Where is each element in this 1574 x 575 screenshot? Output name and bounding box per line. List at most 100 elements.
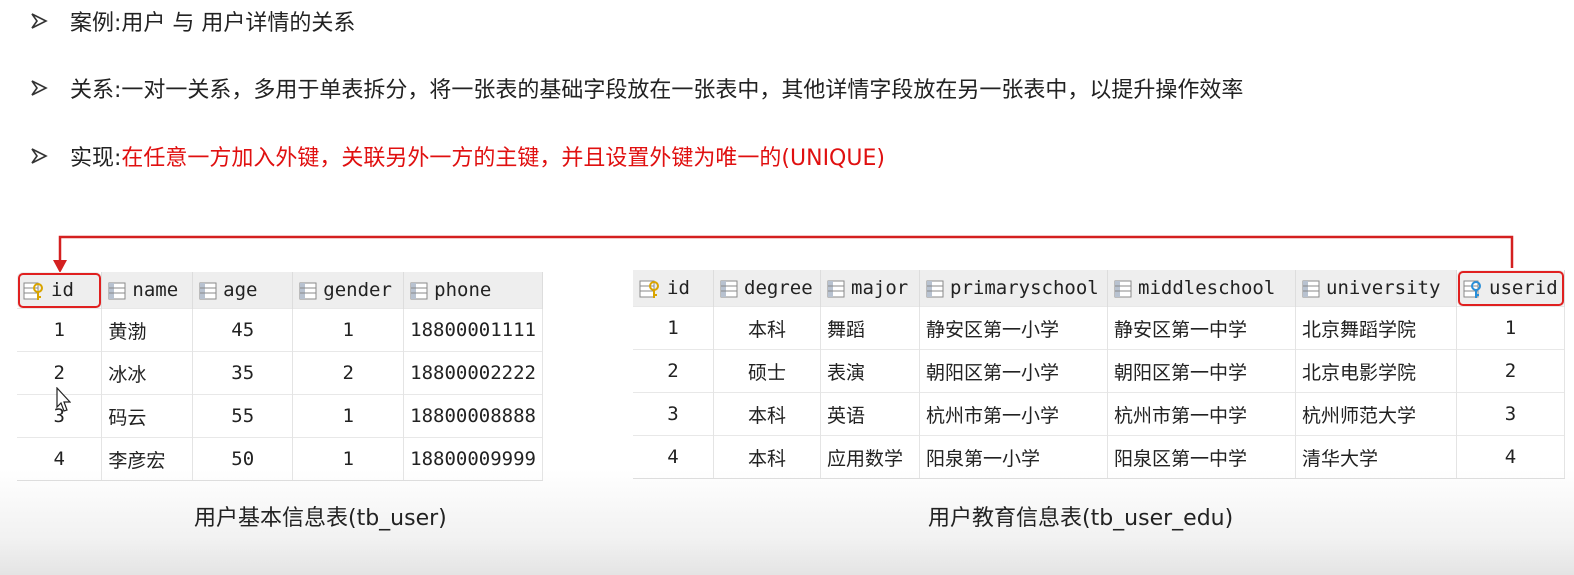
column-header-university[interactable]: university xyxy=(1295,270,1457,307)
cell-gender[interactable]: 1 xyxy=(292,394,405,438)
cell-userid[interactable]: 4 xyxy=(1456,435,1565,479)
cell-degree[interactable]: 本科 xyxy=(713,306,821,350)
cell-degree[interactable]: 硕士 xyxy=(713,349,821,393)
column-header-label: major xyxy=(851,277,909,299)
column-header-middleschool[interactable]: middleschool xyxy=(1107,270,1296,307)
cell-middleschool[interactable]: 阳泉区第一中学 xyxy=(1107,435,1296,479)
column-icon xyxy=(410,282,428,299)
cell-major[interactable]: 表演 xyxy=(820,349,920,393)
column-icon xyxy=(108,282,126,299)
table-row[interactable]: 4 李彦宏 50 1 18800009999 xyxy=(17,437,543,481)
cell-age[interactable]: 55 xyxy=(192,394,294,438)
cell-major[interactable]: 应用数学 xyxy=(820,435,920,479)
column-header-label: primaryschool xyxy=(950,277,1099,299)
bullet-implementation: 实现: 在任意一方加入外键，关联另外一方的主键，并且设置外键为唯一的(UNIQU… xyxy=(30,140,885,172)
bullet-relation: 关系: 一对一关系，多用于单表拆分，将一张表的基础字段放在一张表中，其他详情字段… xyxy=(30,72,1243,104)
table-row[interactable]: 3 码云 55 1 18800008888 xyxy=(17,387,543,438)
bullet-text: 一对一关系，多用于单表拆分，将一张表的基础字段放在一张表中，其他详情字段放在另一… xyxy=(121,78,1244,103)
cell-university[interactable]: 杭州师范大学 xyxy=(1295,392,1457,436)
column-header-label: id xyxy=(51,279,74,301)
column-header-userid[interactable]: userid xyxy=(1456,270,1565,307)
column-icon xyxy=(299,282,317,299)
foreign-key-column-icon xyxy=(1463,280,1481,298)
table-row[interactable]: 1 本科 舞蹈 静安区第一小学 静安区第一中学 北京舞蹈学院 1 xyxy=(633,306,1565,350)
cell-name[interactable]: 码云 xyxy=(101,394,194,438)
cell-name[interactable]: 冰冰 xyxy=(101,351,194,395)
bullet-label: 案例: xyxy=(70,11,122,36)
cell-name[interactable]: 李彦宏 xyxy=(101,437,194,481)
column-header-id[interactable]: id xyxy=(17,272,103,309)
bullet-label: 关系: xyxy=(70,78,122,103)
cell-id[interactable]: 3 xyxy=(17,387,103,438)
cell-phone[interactable]: 18800002222 xyxy=(403,351,543,395)
cell-id[interactable]: 1 xyxy=(633,306,714,350)
column-icon xyxy=(199,282,217,299)
column-header-age[interactable]: age xyxy=(192,272,294,309)
cell-gender[interactable]: 2 xyxy=(292,351,405,395)
cell-userid[interactable]: 1 xyxy=(1456,306,1565,350)
bullet-label: 实现: xyxy=(70,146,122,171)
table-row[interactable]: 2 硕士 表演 朝阳区第一小学 朝阳区第一中学 北京电影学院 2 xyxy=(633,349,1565,393)
cell-university[interactable]: 北京电影学院 xyxy=(1295,349,1457,393)
cell-name[interactable]: 黄渤 xyxy=(101,308,194,352)
column-header-label: name xyxy=(132,279,179,301)
cell-primaryschool[interactable]: 朝阳区第一小学 xyxy=(919,349,1108,393)
tb-user-edu-caption: 用户教育信息表(tb_user_edu) xyxy=(928,506,1234,531)
cell-id[interactable]: 2 xyxy=(633,349,714,393)
column-header-gender[interactable]: gender xyxy=(292,272,405,309)
cell-phone[interactable]: 18800001111 xyxy=(403,308,543,352)
table-header-row: id name age gender phone xyxy=(17,272,543,309)
cell-primaryschool[interactable]: 杭州市第一小学 xyxy=(919,392,1108,436)
column-header-name[interactable]: name xyxy=(101,272,194,309)
cell-gender[interactable]: 1 xyxy=(292,437,405,481)
column-header-label: gender xyxy=(323,279,392,301)
cell-id[interactable]: 4 xyxy=(633,435,714,479)
cell-degree[interactable]: 本科 xyxy=(713,392,821,436)
column-header-phone[interactable]: phone xyxy=(403,272,543,309)
cell-primaryschool[interactable]: 阳泉第一小学 xyxy=(919,435,1108,479)
cell-degree[interactable]: 本科 xyxy=(713,435,821,479)
tb-user-edu-table: id degree major primaryschool middlescho… xyxy=(633,270,1565,479)
cell-major[interactable]: 英语 xyxy=(820,392,920,436)
cell-id[interactable]: 1 xyxy=(17,308,103,352)
column-icon xyxy=(720,280,738,297)
table-row[interactable]: 2 冰冰 35 2 18800002222 xyxy=(17,351,543,395)
table-row[interactable]: 1 黄渤 45 1 18800001111 xyxy=(17,308,543,352)
cell-age[interactable]: 45 xyxy=(192,308,294,352)
table-row[interactable]: 4 本科 应用数学 阳泉第一小学 阳泉区第一中学 清华大学 4 xyxy=(633,435,1565,479)
table-row[interactable]: 3 本科 英语 杭州市第一小学 杭州市第一中学 杭州师范大学 3 xyxy=(633,392,1565,436)
table-header-row: id degree major primaryschool middlescho… xyxy=(633,270,1565,307)
column-header-label: age xyxy=(223,279,258,301)
column-icon xyxy=(1302,280,1320,297)
column-icon xyxy=(1114,280,1132,297)
cell-phone[interactable]: 18800009999 xyxy=(403,437,543,481)
cell-university[interactable]: 清华大学 xyxy=(1295,435,1457,479)
cell-major[interactable]: 舞蹈 xyxy=(820,306,920,350)
column-header-primaryschool[interactable]: primaryschool xyxy=(919,270,1108,307)
column-header-label: middleschool xyxy=(1138,277,1276,299)
tb-user-caption: 用户基本信息表(tb_user) xyxy=(194,506,447,531)
cell-phone[interactable]: 18800008888 xyxy=(403,394,543,438)
column-header-degree[interactable]: degree xyxy=(713,270,821,307)
cell-userid[interactable]: 3 xyxy=(1456,392,1565,436)
cell-middleschool[interactable]: 杭州市第一中学 xyxy=(1107,392,1296,436)
cell-userid[interactable]: 2 xyxy=(1456,349,1565,393)
cell-gender[interactable]: 1 xyxy=(292,308,405,352)
key-column-icon xyxy=(639,280,659,298)
column-icon xyxy=(827,280,845,297)
cell-id[interactable]: 3 xyxy=(633,392,714,436)
mouse-cursor-icon xyxy=(56,387,71,412)
cell-primaryschool[interactable]: 静安区第一小学 xyxy=(919,306,1108,350)
cell-age[interactable]: 50 xyxy=(192,437,294,481)
cell-university[interactable]: 北京舞蹈学院 xyxy=(1295,306,1457,350)
column-header-id[interactable]: id xyxy=(633,270,714,307)
cell-middleschool[interactable]: 朝阳区第一中学 xyxy=(1107,349,1296,393)
cell-age[interactable]: 35 xyxy=(192,351,294,395)
key-column-icon xyxy=(23,282,43,300)
cell-id[interactable]: 4 xyxy=(17,437,103,481)
column-header-label: degree xyxy=(744,277,813,299)
cell-middleschool[interactable]: 静安区第一中学 xyxy=(1107,306,1296,350)
column-header-major[interactable]: major xyxy=(820,270,920,307)
arrow-bullet-icon xyxy=(31,80,48,96)
column-header-label: phone xyxy=(434,279,492,301)
